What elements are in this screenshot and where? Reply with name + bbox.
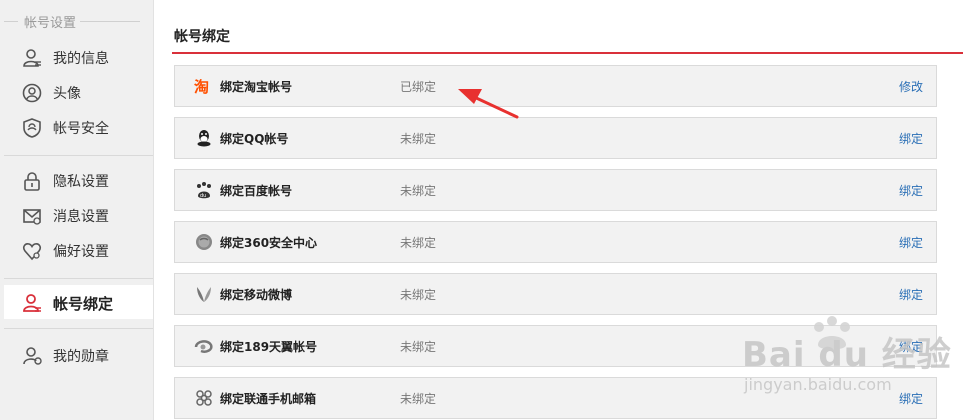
binding-name: 绑定360安全中心 <box>220 236 318 250</box>
unicom-icon <box>196 390 212 406</box>
heart-icon <box>22 243 42 261</box>
bind-link[interactable]: 绑定 <box>899 182 923 199</box>
binding-row-baidu: du 绑定百度帐号 未绑定 绑定 <box>174 169 937 211</box>
binding-status: 未绑定 <box>400 392 437 406</box>
binding-row-360: 绑定360安全中心 未绑定 绑定 <box>174 221 937 263</box>
sidebar-item-my-info[interactable]: 我的信息 <box>4 40 153 74</box>
svg-text:du: du <box>200 193 206 199</box>
binding-row-mobile-weibo: 绑定移动微博 未绑定 绑定 <box>174 273 937 315</box>
sidebar-item-label: 帐号绑定 <box>53 295 114 313</box>
sidebar-item-my-medals[interactable]: 我的勋章 <box>4 338 153 372</box>
binding-row-qq: 绑定QQ帐号 未绑定 绑定 <box>174 117 937 159</box>
user-icon <box>23 49 41 67</box>
binding-name: 绑定QQ帐号 <box>220 132 289 146</box>
baidu-jingyan-watermark: Bai du 经验 jingyan.baidu.com <box>742 315 962 420</box>
sidebar-item-label: 隐私设置 <box>53 174 109 190</box>
tianyi-icon <box>194 340 213 353</box>
bind-link[interactable]: 绑定 <box>899 130 923 147</box>
taobao-icon: 淘 <box>194 78 209 95</box>
sidebar-item-label: 我的信息 <box>53 51 109 67</box>
avatar-icon <box>22 83 42 103</box>
sidebar-item-preferences[interactable]: 偏好设置 <box>4 233 153 267</box>
bind-link[interactable]: 绑定 <box>899 286 923 303</box>
heading-divider-left <box>4 21 18 22</box>
sidebar-item-label: 消息设置 <box>53 209 109 225</box>
sidebar-item-label: 头像 <box>53 86 81 102</box>
sidebar-divider <box>4 278 153 279</box>
sidebar-section-heading: 帐号设置 <box>0 8 153 36</box>
binding-name: 绑定百度帐号 <box>220 184 293 198</box>
mobile-weibo-icon <box>197 287 211 302</box>
sidebar-item-label: 我的勋章 <box>53 349 109 365</box>
svg-text:淘: 淘 <box>194 78 209 95</box>
page-title: 帐号绑定 <box>174 29 230 45</box>
bind-link[interactable]: 绑定 <box>899 234 923 251</box>
binding-status: 未绑定 <box>400 184 437 198</box>
mail-icon <box>23 209 41 225</box>
binding-status: 未绑定 <box>400 236 437 250</box>
heading-divider-right <box>80 21 140 22</box>
binding-name: 绑定淘宝帐号 <box>220 80 293 94</box>
sidebar-divider <box>4 328 153 329</box>
watermark-main-text: Bai du 经验 <box>742 335 952 375</box>
sidebar-item-label: 偏好设置 <box>53 244 109 260</box>
binding-name: 绑定联通手机邮箱 <box>220 392 317 406</box>
sidebar-section-title: 帐号设置 <box>24 16 77 31</box>
binding-name: 绑定189天翼帐号 <box>220 340 318 354</box>
shield-icon <box>23 118 41 138</box>
binding-status: 未绑定 <box>400 340 437 354</box>
title-underline <box>172 52 963 54</box>
binding-name: 绑定移动微博 <box>220 288 293 302</box>
qq-icon <box>197 130 211 147</box>
watermark-url: jingyan.baidu.com <box>744 375 892 394</box>
binding-status: 已绑定 <box>400 80 437 94</box>
modify-link[interactable]: 修改 <box>899 78 923 95</box>
lock-icon <box>24 172 40 191</box>
sidebar-item-message-settings[interactable]: 消息设置 <box>4 198 153 232</box>
baidu-paw-icon: du <box>197 182 211 199</box>
binding-row-taobao: 淘 绑定淘宝帐号 已绑定 修改 <box>174 65 937 107</box>
user-bind-icon <box>23 294 41 312</box>
binding-status: 未绑定 <box>400 288 437 302</box>
sidebar-item-privacy[interactable]: 隐私设置 <box>4 163 153 197</box>
binding-status: 未绑定 <box>400 132 437 146</box>
sidebar-item-label: 帐号安全 <box>53 121 109 137</box>
sidebar-item-avatar[interactable]: 头像 <box>4 75 153 109</box>
medal-user-icon <box>23 347 42 365</box>
sidebar-divider <box>4 155 153 156</box>
sidebar-item-account-binding[interactable]: 帐号绑定 <box>4 285 153 319</box>
360-icon <box>196 234 212 250</box>
sidebar: 帐号设置 我的信息 头像 帐号安全 隐私设置 消息设置 偏好设置 帐号绑定 我的… <box>0 0 154 420</box>
sidebar-item-account-security[interactable]: 帐号安全 <box>4 110 153 144</box>
